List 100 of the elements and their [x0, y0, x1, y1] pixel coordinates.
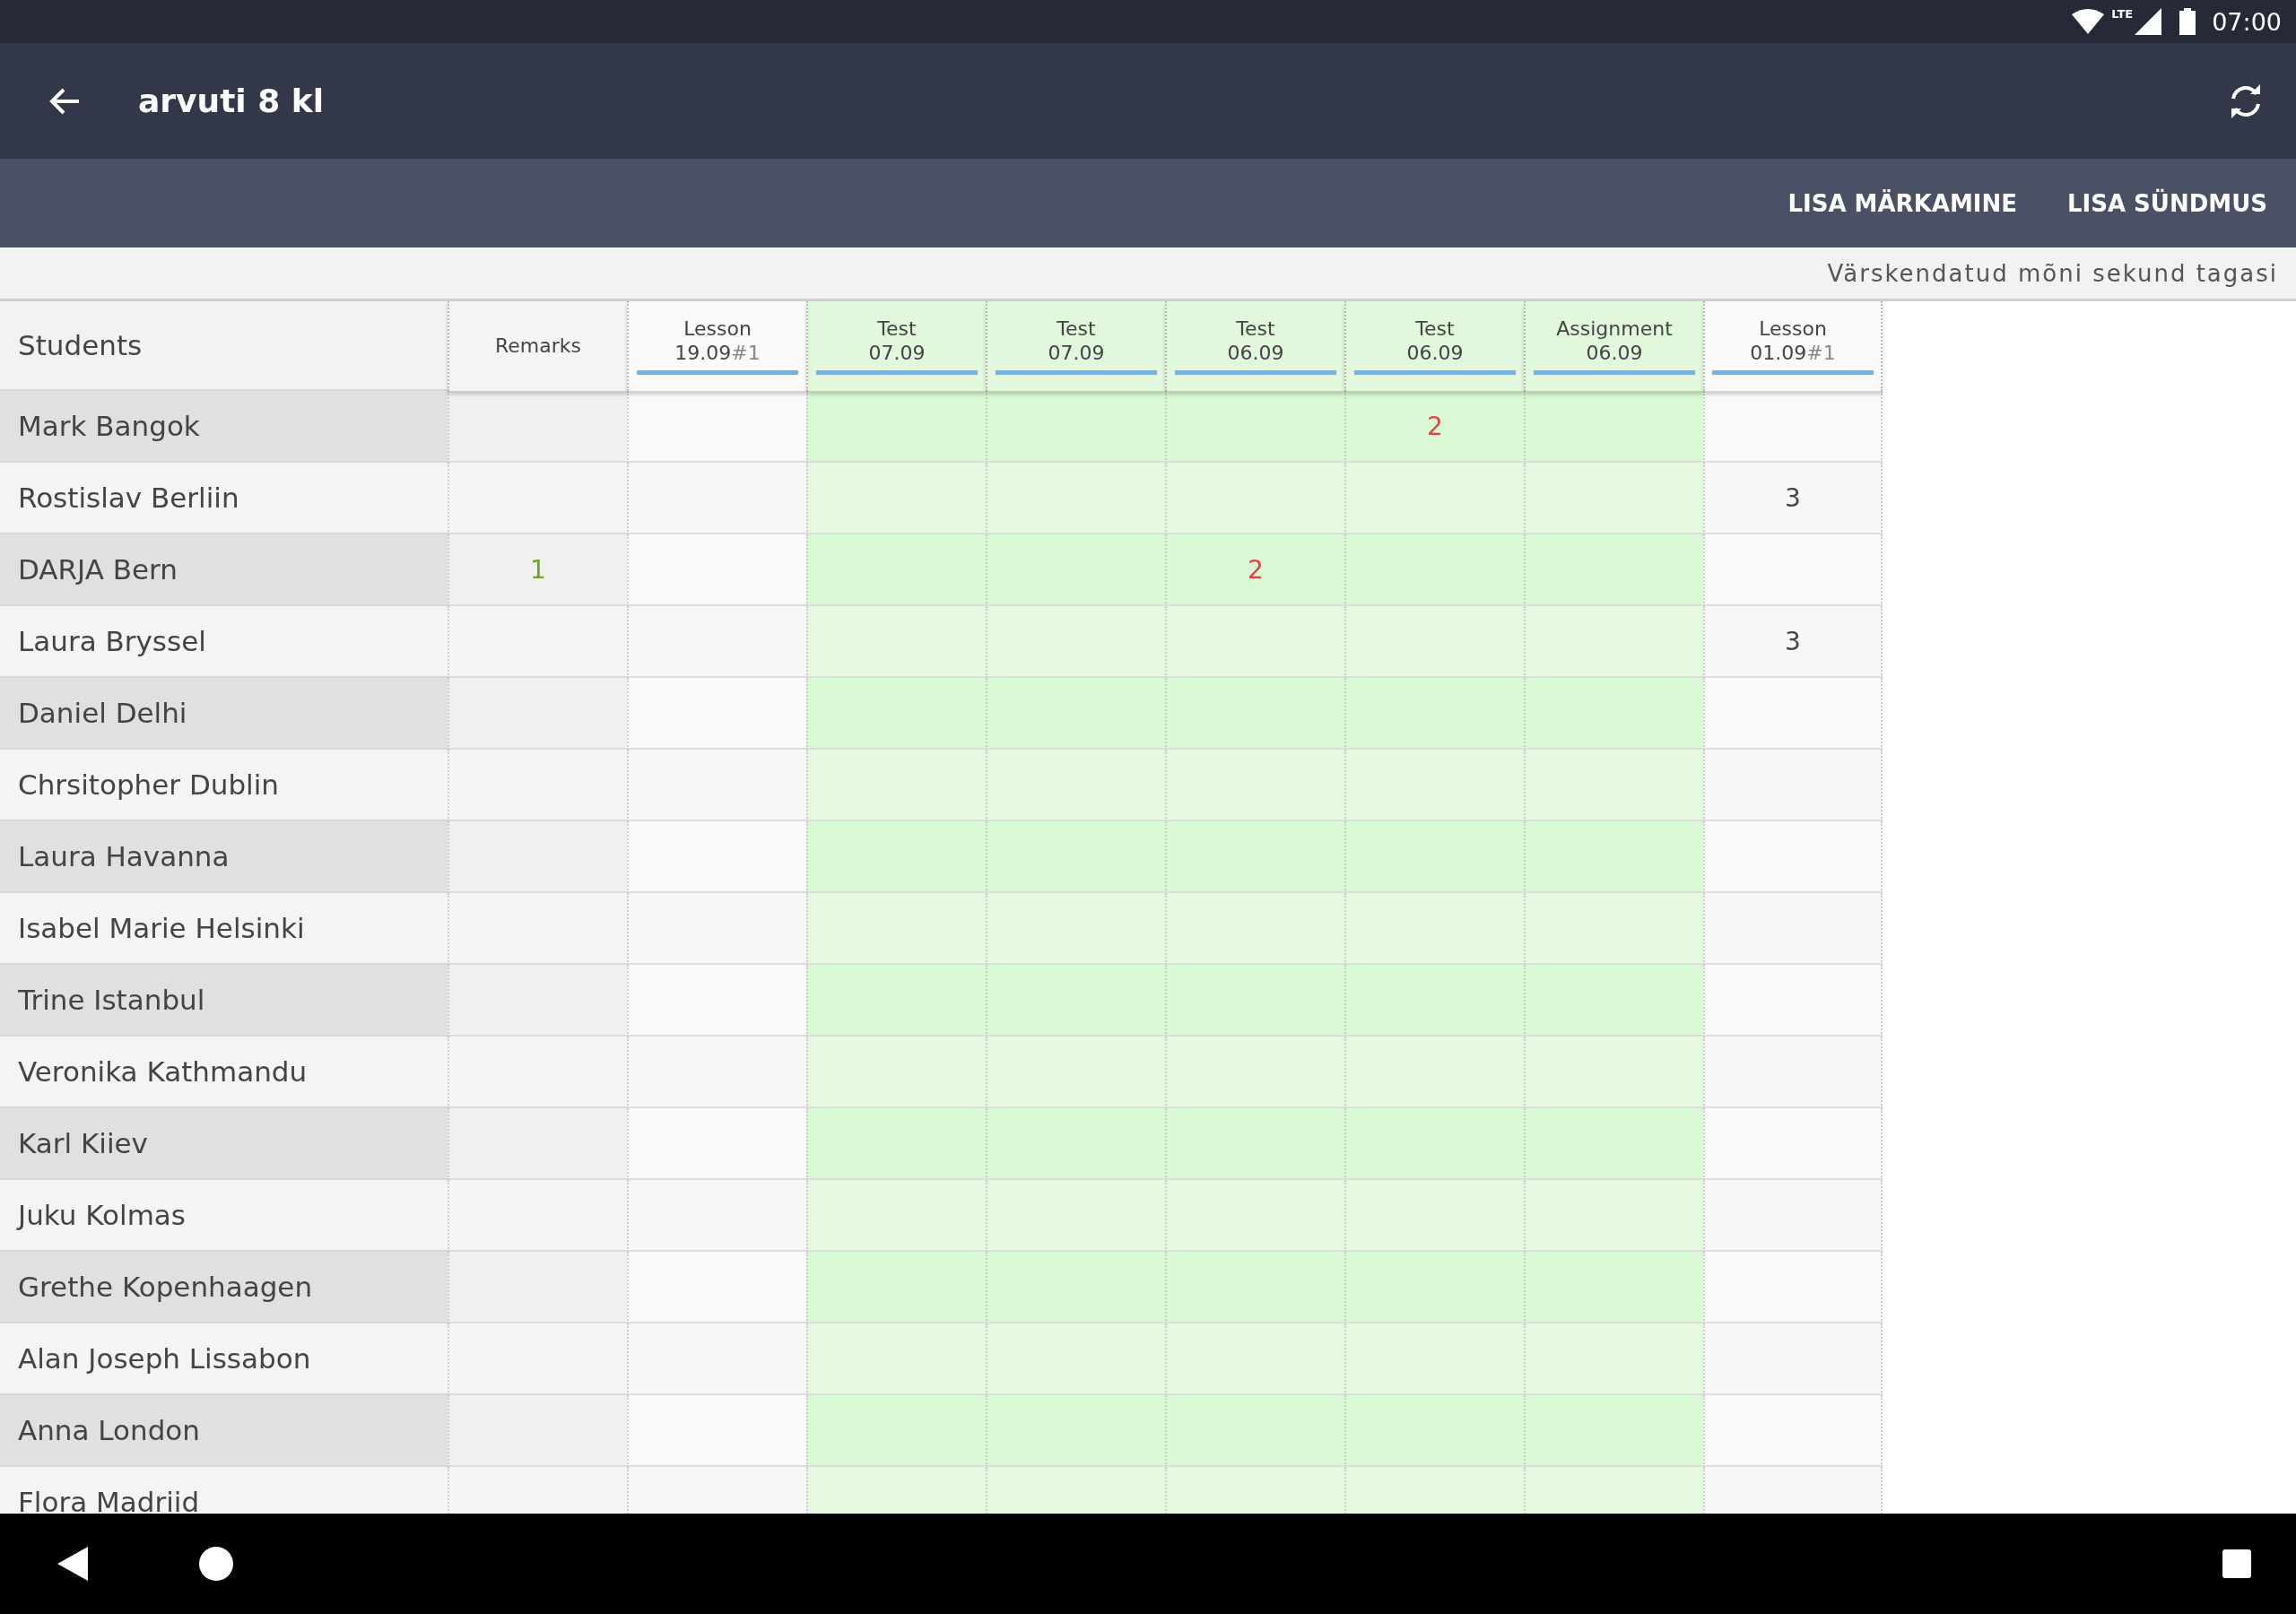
table-cell[interactable]: [1524, 965, 1703, 1037]
table-cell[interactable]: [448, 1252, 627, 1323]
table-cell[interactable]: [1344, 606, 1524, 678]
recents-icon[interactable]: [2222, 1549, 2251, 1578]
table-cell[interactable]: [1344, 463, 1524, 534]
table-cell[interactable]: [1165, 893, 1344, 965]
student-name[interactable]: Daniel Delhi: [0, 678, 448, 750]
table-cell[interactable]: [448, 606, 627, 678]
column-header[interactable]: Test 07.09: [986, 301, 1165, 391]
table-cell[interactable]: [1524, 1395, 1703, 1467]
table-cell[interactable]: [1344, 893, 1524, 965]
table-cell[interactable]: [986, 1252, 1165, 1323]
table-cell[interactable]: [1524, 1323, 1703, 1395]
table-cell[interactable]: [627, 1108, 806, 1180]
student-name[interactable]: Grethe Kopenhaagen: [0, 1252, 448, 1323]
column-header[interactable]: Lesson 19.09#1: [627, 301, 806, 391]
table-cell[interactable]: [448, 1108, 627, 1180]
table-cell[interactable]: [1344, 821, 1524, 893]
table-cell[interactable]: [1165, 750, 1344, 821]
table-cell[interactable]: [1524, 750, 1703, 821]
table-cell[interactable]: [1703, 1252, 1883, 1323]
table-cell[interactable]: [1524, 821, 1703, 893]
table-cell[interactable]: [986, 1180, 1165, 1252]
table-cell[interactable]: [986, 606, 1165, 678]
student-name[interactable]: Alan Joseph Lissabon: [0, 1323, 448, 1395]
table-cell[interactable]: [1524, 1037, 1703, 1108]
table-cell[interactable]: [1165, 463, 1344, 534]
table-cell[interactable]: [448, 821, 627, 893]
table-cell[interactable]: [1165, 1252, 1344, 1323]
student-name[interactable]: Juku Kolmas: [0, 1180, 448, 1252]
table-cell[interactable]: [1344, 1395, 1524, 1467]
table-cell[interactable]: [1703, 1323, 1883, 1395]
table-cell[interactable]: [1524, 463, 1703, 534]
student-name[interactable]: Anna London: [0, 1395, 448, 1467]
table-cell[interactable]: [448, 1180, 627, 1252]
table-cell[interactable]: [1165, 1323, 1344, 1395]
table-cell[interactable]: [1165, 1395, 1344, 1467]
table-cell[interactable]: [1344, 1108, 1524, 1180]
table-cell[interactable]: [448, 1395, 627, 1467]
table-cell[interactable]: [1703, 1108, 1883, 1180]
table-cell[interactable]: [806, 893, 986, 965]
table-cell[interactable]: [986, 821, 1165, 893]
column-header[interactable]: Lesson 01.09#1: [1703, 301, 1883, 391]
table-cell[interactable]: [986, 391, 1165, 463]
table-cell[interactable]: [627, 750, 806, 821]
table-cell[interactable]: [1524, 1252, 1703, 1323]
table-cell[interactable]: [1165, 606, 1344, 678]
student-name[interactable]: DARJA Bern: [0, 534, 448, 606]
table-cell[interactable]: [1524, 1180, 1703, 1252]
table-cell[interactable]: [1703, 750, 1883, 821]
table-cell[interactable]: [1524, 1108, 1703, 1180]
table-cell[interactable]: [1165, 1037, 1344, 1108]
table-cell[interactable]: [1524, 534, 1703, 606]
table-cell[interactable]: [1524, 678, 1703, 750]
table-cell[interactable]: [1344, 1252, 1524, 1323]
student-name[interactable]: Mark Bangok: [0, 391, 448, 463]
table-cell[interactable]: [627, 391, 806, 463]
table-cell[interactable]: [1165, 1180, 1344, 1252]
table-cell[interactable]: [1344, 750, 1524, 821]
table-cell[interactable]: [627, 965, 806, 1037]
table-cell[interactable]: [1344, 534, 1524, 606]
table-cell[interactable]: [1344, 965, 1524, 1037]
table-cell[interactable]: [1344, 1180, 1524, 1252]
table-cell[interactable]: [986, 1037, 1165, 1108]
table-cell[interactable]: [806, 821, 986, 893]
table-cell[interactable]: [806, 1180, 986, 1252]
table-cell[interactable]: [1524, 391, 1703, 463]
table-cell[interactable]: [448, 678, 627, 750]
table-cell[interactable]: [806, 606, 986, 678]
table-cell[interactable]: [448, 1323, 627, 1395]
table-cell[interactable]: [806, 750, 986, 821]
table-cell[interactable]: [806, 391, 986, 463]
column-header[interactable]: Remarks: [448, 301, 627, 391]
table-cell[interactable]: [448, 391, 627, 463]
table-cell[interactable]: [1524, 893, 1703, 965]
table-cell[interactable]: [448, 893, 627, 965]
table-cell[interactable]: [986, 678, 1165, 750]
table-cell[interactable]: [1703, 391, 1883, 463]
action-button[interactable]: LISA SÜNDMUS: [2050, 180, 2283, 226]
table-cell[interactable]: [627, 606, 806, 678]
column-header[interactable]: Test 06.09: [1165, 301, 1344, 391]
table-cell[interactable]: [806, 1037, 986, 1108]
home-icon[interactable]: [199, 1547, 233, 1581]
table-cell[interactable]: [448, 463, 627, 534]
table-cell[interactable]: 3: [1703, 463, 1883, 534]
table-cell[interactable]: [627, 678, 806, 750]
student-name[interactable]: Isabel Marie Helsinki: [0, 893, 448, 965]
table-cell[interactable]: [986, 750, 1165, 821]
table-cell[interactable]: [1703, 534, 1883, 606]
table-cell[interactable]: [627, 1395, 806, 1467]
student-name[interactable]: Flora Madriid: [0, 1467, 448, 1514]
table-cell[interactable]: [448, 1037, 627, 1108]
table-cell[interactable]: [986, 1395, 1165, 1467]
student-name[interactable]: Laura Havanna: [0, 821, 448, 893]
table-cell[interactable]: [806, 1395, 986, 1467]
table-cell[interactable]: [806, 1252, 986, 1323]
table-cell[interactable]: [1344, 1323, 1524, 1395]
student-name[interactable]: Rostislav Berliin: [0, 463, 448, 534]
table-cell[interactable]: [1165, 965, 1344, 1037]
table-cell[interactable]: [448, 750, 627, 821]
